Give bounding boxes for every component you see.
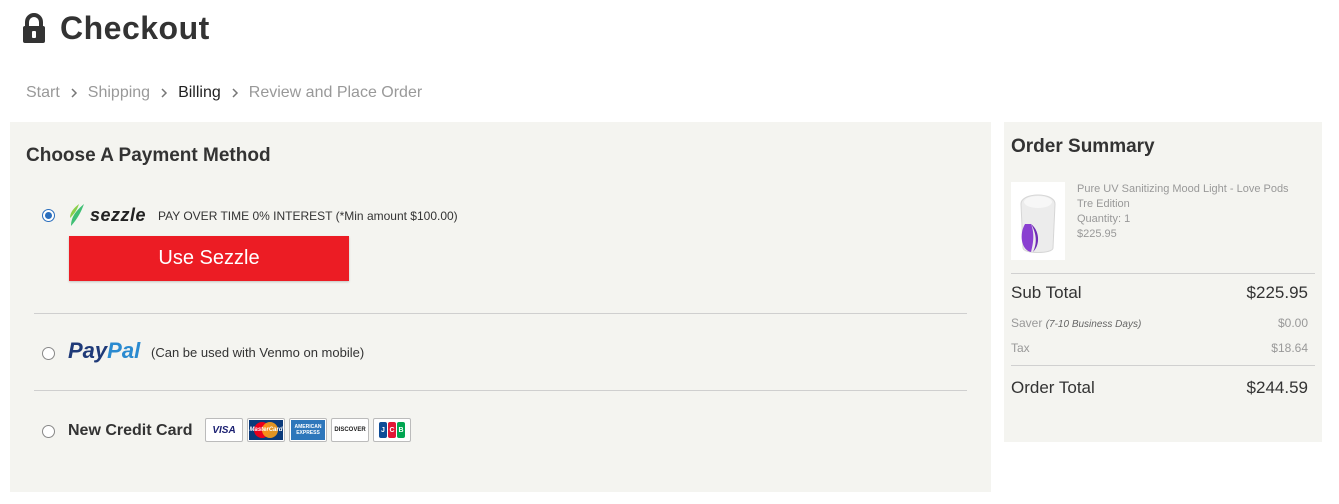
sezzle-logo: sezzle <box>68 202 146 228</box>
saver-note: (7-10 Business Days) <box>1045 319 1142 330</box>
discover-card-icon: DISCOVER <box>331 418 369 442</box>
order-total-value: $244.59 <box>1246 378 1308 397</box>
use-sezzle-button[interactable]: Use Sezzle <box>69 236 349 281</box>
sezzle-radio[interactable] <box>42 209 55 222</box>
paypal-logo: PayPal <box>68 338 141 363</box>
payment-section-title: Choose A Payment Method <box>26 145 271 166</box>
page-title: Checkout <box>60 9 210 46</box>
saver-label: Saver <box>1011 316 1043 330</box>
tax-row: Tax $18.64 <box>1011 341 1308 355</box>
summary-divider <box>1011 273 1315 274</box>
order-total-row: Order Total $244.59 <box>1011 378 1308 398</box>
product-quantity: Quantity: 1 <box>1077 213 1131 225</box>
saver-value: $0.00 <box>1277 316 1308 330</box>
saver-row: Saver (7-10 Business Days) $0.00 <box>1011 316 1308 330</box>
page-header: Checkout <box>22 8 210 48</box>
sezzle-wordmark: sezzle <box>90 204 147 225</box>
breadcrumb-review: Review and Place Order <box>248 84 423 101</box>
tax-label: Tax <box>1011 341 1030 355</box>
order-summary-title: Order Summary <box>1011 136 1155 157</box>
summary-divider <box>1011 365 1315 366</box>
payment-method-panel: Choose A Payment Method sezzle PAY OVER … <box>10 122 991 492</box>
divider <box>34 313 967 314</box>
subtotal-label: Sub Total <box>1011 283 1082 302</box>
amex-card-icon: AMERICAN EXPRESS <box>289 418 327 442</box>
visa-card-icon: VISA <box>205 418 243 442</box>
lock-icon <box>22 13 46 43</box>
sezzle-description: PAY OVER TIME 0% INTEREST (*Min amount $… <box>158 209 458 223</box>
product-image <box>1011 182 1065 260</box>
subtotal-row: Sub Total $225.95 <box>1011 283 1308 303</box>
paypal-description: (Can be used with Venmo on mobile) <box>151 345 365 360</box>
mastercard-icon: MasterCard <box>247 418 285 442</box>
chevron-right-icon <box>70 88 78 98</box>
breadcrumb: Start Shipping Billing Review and Place … <box>26 84 422 102</box>
accepted-cards: VISA MasterCard AMERICAN EXPRESS DISCOVE… <box>205 418 411 442</box>
new-credit-card-label[interactable]: New Credit Card <box>68 422 192 440</box>
product-name[interactable]: Pure UV Sanitizing Mood Light - Love Pod… <box>1077 182 1307 212</box>
subtotal-value: $225.95 <box>1246 283 1308 302</box>
breadcrumb-start[interactable]: Start <box>26 84 60 102</box>
order-summary-panel: Order Summary Pure UV Sanitizing Mood Li… <box>1004 122 1322 442</box>
breadcrumb-billing: Billing <box>178 84 221 101</box>
order-total-label: Order Total <box>1011 378 1095 397</box>
breadcrumb-shipping[interactable]: Shipping <box>88 84 150 102</box>
jcb-card-icon: J C B <box>373 418 411 442</box>
product-price: $225.95 <box>1077 228 1117 240</box>
chevron-right-icon <box>160 88 168 98</box>
paypal-radio[interactable] <box>42 347 55 360</box>
sezzle-leaf-icon <box>70 204 84 226</box>
tax-value: $18.64 <box>1271 341 1308 355</box>
divider <box>34 390 967 391</box>
chevron-right-icon <box>231 88 239 98</box>
credit-card-radio[interactable] <box>42 425 55 438</box>
